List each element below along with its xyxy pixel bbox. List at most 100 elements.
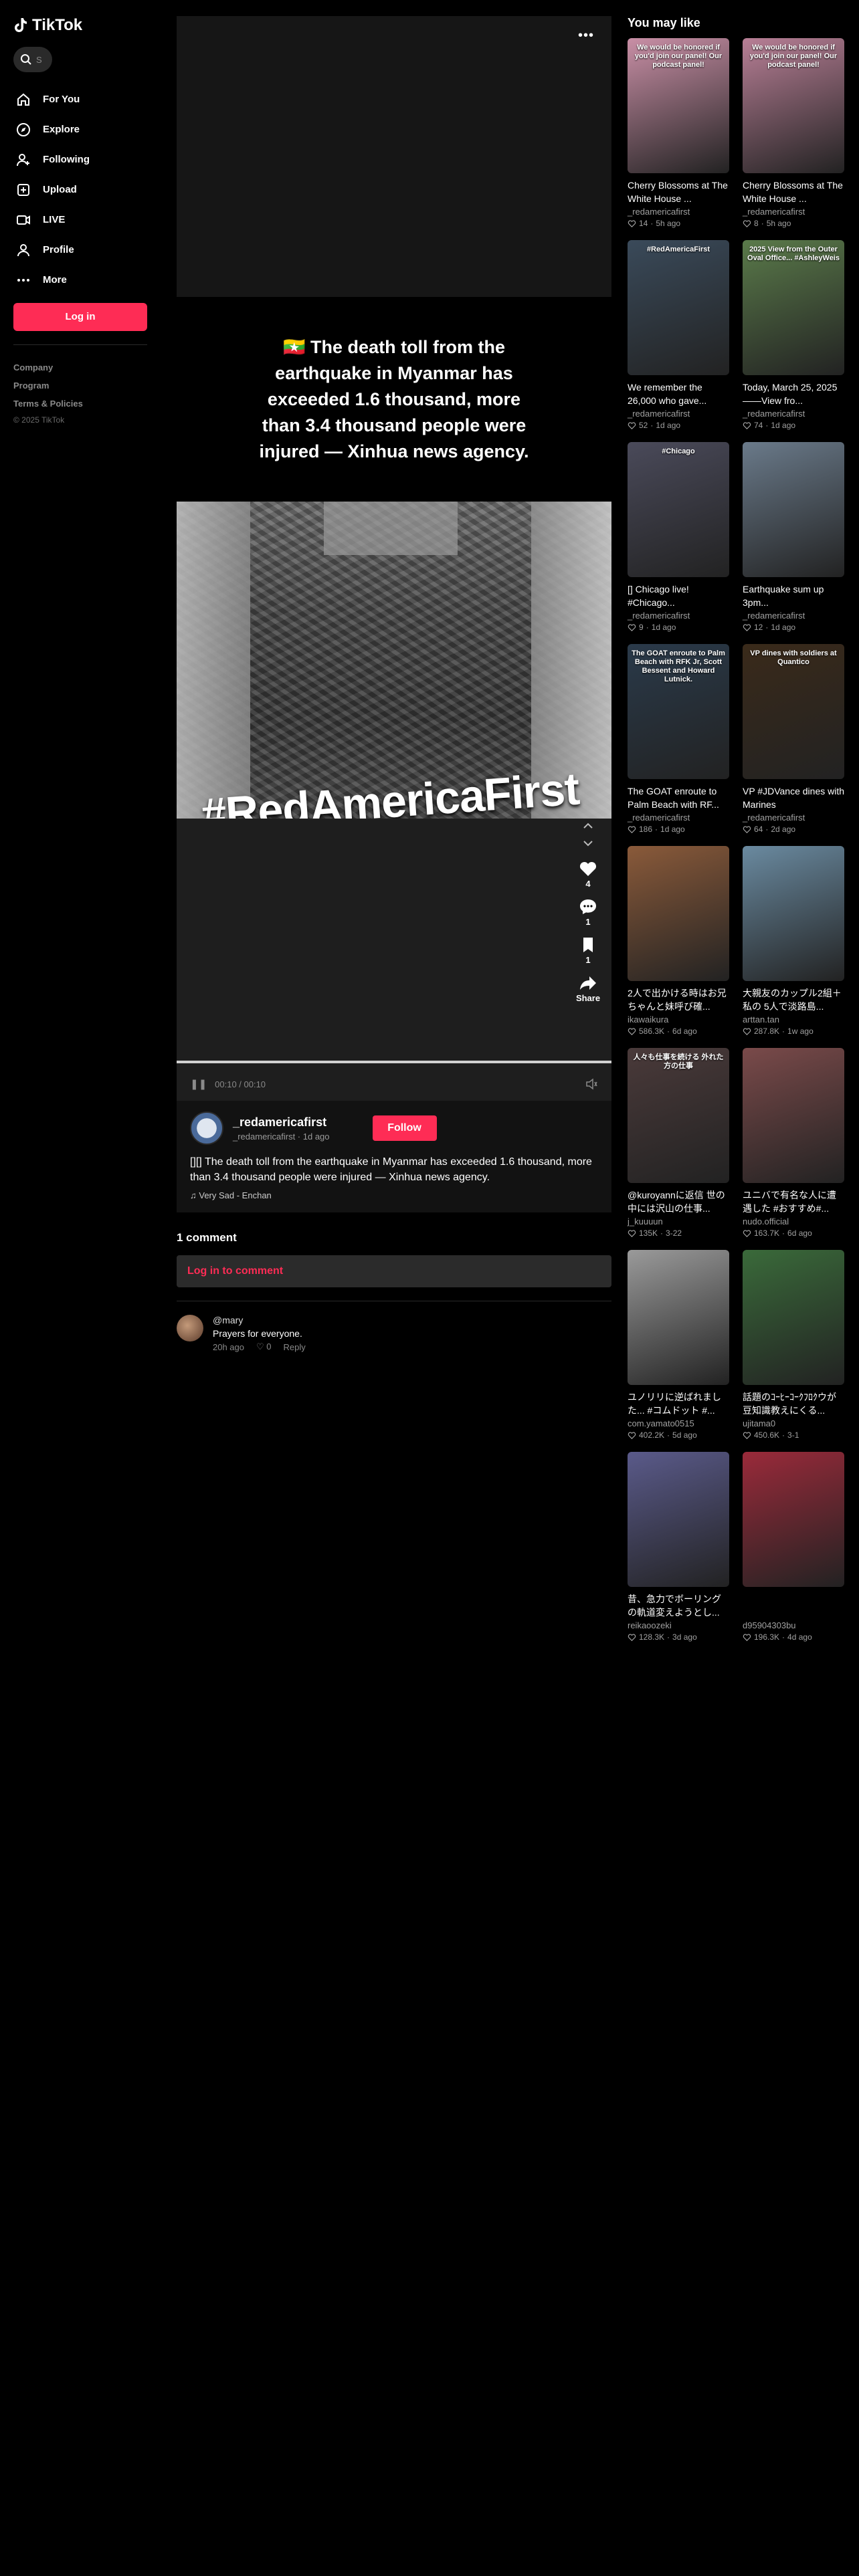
nav-item-for-you[interactable]: For You (13, 84, 147, 114)
nav-item-following[interactable]: Following (13, 144, 147, 175)
recommended-video-card[interactable]: The GOAT enroute to Palm Beach with RFK … (628, 644, 729, 834)
share-button[interactable]: Share (576, 973, 600, 1003)
card-author[interactable]: _redamericafirst (743, 409, 844, 419)
chevron-down-icon[interactable] (581, 836, 595, 851)
video-thumbnail[interactable]: #RedAmericaFirst (628, 240, 729, 375)
recommended-video-card[interactable]: 2025 View from the Outer Oval Office... … (743, 240, 844, 430)
footer-link-terms[interactable]: Terms & Policies (13, 395, 147, 413)
search-input[interactable]: S (13, 47, 52, 72)
avatar[interactable] (190, 1111, 223, 1145)
commenter-avatar[interactable] (177, 1315, 203, 1341)
card-author[interactable]: ujitama0 (743, 1418, 844, 1428)
card-author[interactable]: nudo.official (743, 1216, 844, 1226)
video-frame[interactable]: 🇲🇲 The death toll from the earthquake in… (177, 297, 611, 832)
volume-icon[interactable] (585, 1077, 598, 1091)
video-thumbnail[interactable] (743, 1250, 844, 1385)
save-button[interactable]: 1 (578, 935, 598, 965)
music-row[interactable]: ♫ Very Sad - Enchan (190, 1190, 598, 1200)
video-thumbnail[interactable] (743, 1452, 844, 1587)
card-author[interactable]: _redamericafirst (628, 611, 729, 621)
card-title[interactable]: VP #JDVance dines with Marines (743, 784, 844, 811)
card-title[interactable] (743, 1592, 844, 1619)
video-progress-bar[interactable] (177, 1061, 611, 1063)
card-title[interactable]: 昔、急力でボーリングの軌道変えようとし... (628, 1592, 729, 1619)
video-thumbnail[interactable]: The GOAT enroute to Palm Beach with RFK … (628, 644, 729, 779)
comment-user[interactable]: @mary (213, 1315, 306, 1325)
recommended-video-card[interactable]: d95904303bu 196.3K · 4d ago (743, 1452, 844, 1642)
card-author[interactable]: _redamericafirst (743, 611, 844, 621)
card-author[interactable]: ikawaikura (628, 1014, 729, 1025)
video-thumbnail[interactable]: 2025 View from the Outer Oval Office... … (743, 240, 844, 375)
recommended-video-card[interactable]: VP dines with soldiers at Quantico VP #JD… (743, 644, 844, 834)
card-author[interactable]: arttan.tan (743, 1014, 844, 1025)
logo[interactable]: TikTok (13, 16, 147, 35)
nav-item-profile[interactable]: Profile (13, 235, 147, 265)
comment-like-button[interactable]: ♡ 0 (256, 1341, 272, 1352)
video-thumbnail[interactable] (628, 1250, 729, 1385)
more-options-button[interactable]: ••• (578, 28, 594, 43)
recommended-video-card[interactable]: ユノリリに逆ばれまし た... #コムドット #... com.yamato051… (628, 1250, 729, 1440)
video-thumbnail[interactable] (743, 846, 844, 981)
login-to-comment-button[interactable]: Log in to comment (177, 1255, 611, 1287)
nav-item-explore[interactable]: Explore (13, 114, 147, 144)
pause-icon[interactable]: ❚❚ (190, 1078, 207, 1090)
card-title[interactable]: [] Chicago live! #Chicago... (628, 582, 729, 609)
video-thumbnail[interactable]: VP dines with soldiers at Quantico (743, 644, 844, 779)
card-title[interactable]: 大親友のカップル2組＋私の 5人で淡路島... (743, 986, 844, 1013)
recommended-video-card[interactable]: 人々も仕事を続ける 外れた方の仕事 @kuroyannに返信 世の中には沢山の仕事… (628, 1048, 729, 1238)
heart-outline-icon (743, 825, 751, 833)
comment-like-count: 0 (266, 1341, 272, 1352)
chevron-up-icon[interactable] (581, 819, 595, 833)
card-author[interactable]: j_kuuuun (628, 1216, 729, 1226)
recommended-video-card[interactable]: 大親友のカップル2組＋私の 5人で淡路島... arttan.tan 287.8K ·… (743, 846, 844, 1036)
card-title[interactable]: The GOAT enroute to Palm Beach with RF..… (628, 784, 729, 811)
video-thumbnail[interactable]: We would be honored if you'd join our pa… (628, 38, 729, 173)
nav-item-upload[interactable]: Upload (13, 175, 147, 205)
recommended-video-card[interactable]: #RedAmericaFirst We remember the 26,000 w… (628, 240, 729, 430)
card-title[interactable]: We remember the 26,000 who gave... (628, 381, 729, 407)
recommended-video-card[interactable]: We would be honored if you'd join our pa… (743, 38, 844, 228)
video-thumbnail[interactable]: 人々も仕事を続ける 外れた方の仕事 (628, 1048, 729, 1183)
card-author[interactable]: com.yamato0515 (628, 1418, 729, 1428)
video-thumbnail[interactable] (628, 846, 729, 981)
card-title[interactable]: @kuroyannに返信 世の中には沢山の仕事... (628, 1188, 729, 1215)
video-player[interactable]: 4 1 1 Share ❚❚ 00:10 / 00:10 (177, 819, 611, 1101)
video-thumbnail[interactable]: We would be honored if you'd join our pa… (743, 38, 844, 173)
comment-button[interactable]: 1 (578, 897, 598, 927)
recommended-video-card[interactable]: #Chicago [] Chicago live! #Chicago... _red… (628, 442, 729, 632)
reply-button[interactable]: Reply (284, 1342, 306, 1352)
card-title[interactable]: Cherry Blossoms at The White House ... (628, 179, 729, 205)
card-author[interactable]: _redamericafirst (628, 409, 729, 419)
recommended-video-card[interactable]: Earthquake sum up 3pm... _redamericafirst… (743, 442, 844, 632)
recommended-video-card[interactable]: 2人で出かける時はお兄ちゃんと妹呼び確... ikawaikura 586.3K · 6… (628, 846, 729, 1036)
recommended-video-card[interactable]: 昔、急力でボーリングの軌道変えようとし... reikaoozeki 128.3K ·… (628, 1452, 729, 1642)
card-title[interactable]: Cherry Blossoms at The White House ... (743, 179, 844, 205)
footer-link-program[interactable]: Program (13, 377, 147, 395)
recommended-video-card[interactable]: We would be honored if you'd join our pa… (628, 38, 729, 228)
card-title[interactable]: 話題のｺｰﾋｰｺｰｸﾌﾛｸウが豆知識教えにくる... (743, 1390, 844, 1417)
card-title[interactable]: 2人で出かける時はお兄ちゃんと妹呼び確... (628, 986, 729, 1013)
recommended-video-card[interactable]: 話題のｺｰﾋｰｺｰｸﾌﾛｸウが豆知識教えにくる... ujitama0 450.6K… (743, 1250, 844, 1440)
card-title[interactable]: ユノリリに逆ばれまし た... #コムドット #... (628, 1390, 729, 1417)
video-thumbnail[interactable]: #Chicago (628, 442, 729, 577)
card-author[interactable]: reikaoozeki (628, 1620, 729, 1630)
card-author[interactable]: _redamericafirst (628, 207, 729, 217)
follow-button[interactable]: Follow (372, 1115, 437, 1141)
video-thumbnail[interactable] (743, 442, 844, 577)
card-author[interactable]: _redamericafirst (628, 813, 729, 823)
video-thumbnail[interactable] (628, 1452, 729, 1587)
footer-link-company[interactable]: Company (13, 358, 147, 377)
like-button[interactable]: 4 (578, 859, 598, 889)
card-title[interactable]: ユニバで有名な人に遭遇した #おすすめ#... (743, 1188, 844, 1215)
recommended-video-card[interactable]: ユニバで有名な人に遭遇した #おすすめ#... nudo.official 163.… (743, 1048, 844, 1238)
card-title[interactable]: Today, March 25, 2025——View fro... (743, 381, 844, 407)
author-name[interactable]: _redamericafirst (233, 1115, 330, 1130)
card-author[interactable]: _redamericafirst (743, 207, 844, 217)
card-author[interactable]: d95904303bu (743, 1620, 844, 1630)
card-author[interactable]: _redamericafirst (743, 813, 844, 823)
nav-item-live[interactable]: LIVE (13, 205, 147, 235)
login-button[interactable]: Log in (13, 303, 147, 331)
video-thumbnail[interactable] (743, 1048, 844, 1183)
card-title[interactable]: Earthquake sum up 3pm... (743, 582, 844, 609)
nav-item-more[interactable]: More (13, 265, 147, 295)
